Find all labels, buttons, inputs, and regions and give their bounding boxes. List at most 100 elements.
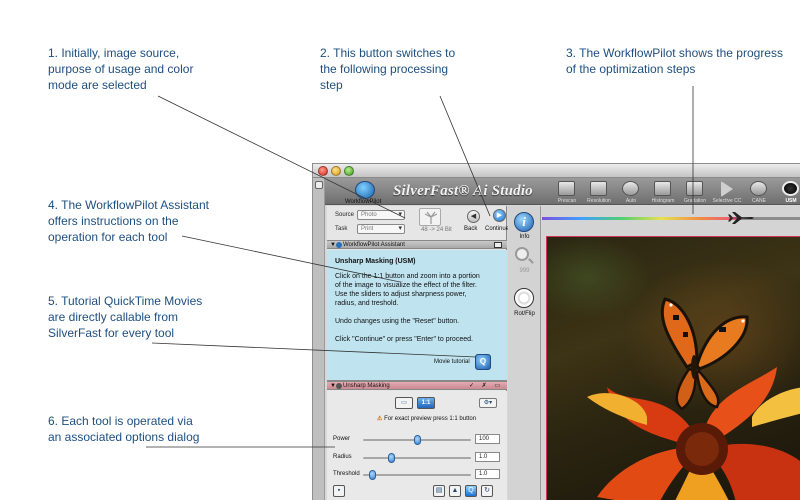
panel-options-icon[interactable] [494,242,502,248]
tool-label: USM [785,198,797,204]
threshold-row: Threshold 1.0 [327,469,507,481]
threshold-slider[interactable] [363,470,471,480]
tool-selective-cc[interactable]: Selective CC [711,179,743,205]
collapse-icon[interactable] [315,181,323,189]
tool-label: Selective CC [712,198,742,204]
palm-image-icon[interactable] [419,208,441,226]
left-panel: Source Photo Task Print 48 -> 24 Bit ◀ B… [327,206,509,500]
zoom-value: 999 [519,268,530,274]
bit-depth: 48 -> 24 Bit [421,227,452,233]
threshold-slider-knob[interactable] [369,470,376,480]
graduation-cap-icon[interactable]: ▲ [449,485,461,497]
usm-bottom-bar: ▪ ▤ ▲ Q ↻ [327,482,507,500]
radius-row: Radius 1.0 [327,452,507,464]
workflowpilot-small-icon [336,242,342,248]
one-to-one-button[interactable]: 1:1 [417,397,435,409]
assistant-line: Undo changes using the "Reset" button. [335,318,460,325]
workflowpilot-globe-icon[interactable] [355,181,375,199]
assistant-panel: Unsharp Masking (USM) Click on the 1:1 b… [327,250,507,381]
source-task-row: Source Photo Task Print 48 -> 24 Bit ◀ B… [327,206,509,239]
side-tool-strip: i Info 999 Rot/Flip [508,206,541,500]
callout-line: 2. This button switches to [320,46,456,60]
rotate-flip-icon[interactable] [514,288,534,308]
callout-5: 5. Tutorial QuickTime Movies are directly… [48,293,202,341]
continue-button[interactable]: ▶ [493,209,506,222]
cane-tool-icon [750,181,767,196]
brand-title: SilverFast® Ai Studio [393,183,533,199]
tool-label: Gradation [684,198,706,204]
gear-icon[interactable]: ⚙▾ [479,398,497,408]
workflow-progress-bar [542,217,741,220]
callout-1: 1. Initially, image source, purpose of us… [48,45,193,93]
prescan-tool-icon [558,181,575,196]
workflowpilot-label: WorkflowPilot [345,199,382,205]
left-strip [313,178,325,500]
quicktime-icon[interactable]: Q [465,485,477,497]
power-slider[interactable] [363,435,471,445]
back-label: Back [464,226,478,232]
radius-value[interactable]: 1.0 [475,452,500,462]
threshold-label: Threshold [333,471,360,477]
tool-label: Resolution [587,198,611,204]
airplane-icon [728,212,754,224]
help-book-icon[interactable]: ▤ [433,485,445,497]
zoom-window-button[interactable] [344,166,354,176]
callout-line: 4. The WorkflowPilot Assistant [48,198,209,212]
assistant-line: Click "Continue" or press "Enter" to pro… [335,336,473,343]
threshold-value[interactable]: 1.0 [475,469,500,479]
warning-text: For exact preview press 1:1 button [384,416,477,422]
zoom-icon[interactable] [515,247,529,261]
usm-header-icons[interactable]: ✓ ✗ ▭ [469,382,503,390]
info-label: Info [519,234,530,240]
callout-line: offers instructions on the [48,214,179,228]
tool-prescan[interactable]: Prescan [551,179,583,205]
window-titlebar[interactable] [313,164,800,178]
save-icon[interactable]: ▪ [333,485,345,497]
tool-histogram[interactable]: Histogram [647,179,679,205]
warning-icon: ⚠ [377,416,383,422]
assistant-line: radius, and treshold. [335,300,399,307]
usm-tool-icon [782,181,799,196]
callout-line: SilverFast for every tool [48,326,175,340]
power-label: Power [333,436,351,442]
tool-bar: Prescan Resolution Auto Histogram Gradation S… [551,179,800,205]
radius-slider-knob[interactable] [388,453,395,463]
back-button[interactable]: ◀ [467,210,480,223]
assistant-heading: Unsharp Masking (USM) [335,258,416,265]
tool-auto[interactable]: Auto [615,179,647,205]
callout-line: are directly callable from [48,310,179,324]
usm-header[interactable]: ▼ Unsharp Masking ✓ ✗ ▭ [327,381,507,390]
callout-line: 5. Tutorial QuickTime Movies [48,294,203,308]
callout-6: 6. Each tool is operated via an associate… [48,413,199,445]
callout-2: 2. This button switches to the following … [320,45,455,93]
close-window-button[interactable] [318,166,328,176]
tool-gradation[interactable]: Gradation [679,179,711,205]
tool-usm[interactable]: USM [775,179,800,205]
usm-title: Unsharp Masking [343,383,390,389]
power-value[interactable]: 100 [475,434,500,444]
callout-line: an associated options dialog [48,430,200,444]
callout-line: purpose of usage and color [48,62,194,76]
fit-view-button[interactable]: ▭ [395,397,413,409]
app-header: WorkflowPilot SilverFast® Ai Studio Pres… [325,178,800,205]
source-select[interactable]: Photo [357,210,405,220]
power-slider-knob[interactable] [414,435,421,445]
preview-warning: ⚠ For exact preview press 1:1 button [377,415,476,422]
quicktime-movie-button[interactable]: Q [475,354,491,370]
callout-line: 1. Initially, image source, [48,46,180,60]
callout-line: the following processing [320,62,449,76]
task-select[interactable]: Print [357,224,405,234]
radius-label: Radius [333,454,352,460]
callout-line: 6. Each tool is operated via [48,414,193,428]
info-icon[interactable]: i [514,212,534,232]
usm-options-dialog: ▭ 1:1 ⚙▾ ⚠ For exact preview press 1:1 b… [327,391,507,500]
callout-line: operation for each tool [48,230,168,244]
callout-line: mode are selected [48,78,147,92]
tool-resolution[interactable]: Resolution [583,179,615,205]
assistant-header[interactable]: ▼ WorkflowPilot Assistant [327,240,507,249]
reset-icon[interactable]: ↻ [481,485,493,497]
radius-slider[interactable] [363,453,471,463]
minimize-window-button[interactable] [331,166,341,176]
tool-cane[interactable]: CANE [743,179,775,205]
preview-image[interactable] [546,236,800,500]
